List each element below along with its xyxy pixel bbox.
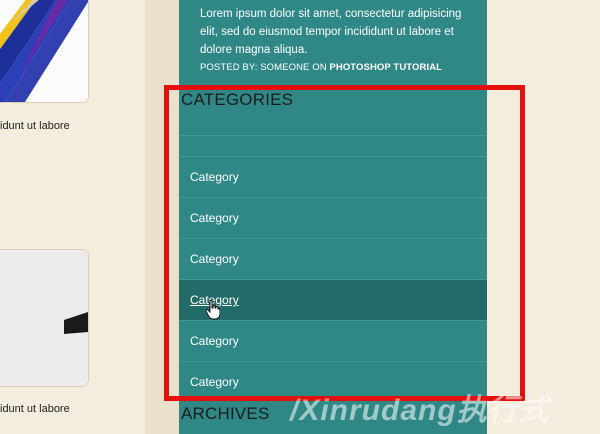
post-meta: POSTED BY: SOMEONE ON PHOTOSHOP TUTORIAL (200, 62, 442, 73)
post-thumbnail-pencils[interactable] (0, 0, 88, 102)
product-image (0, 250, 88, 386)
post-category-link[interactable]: PHOTOSHOP TUTORIAL (329, 62, 442, 73)
post-excerpt: idunt ut labore (0, 120, 70, 132)
post-thumbnail-product[interactable] (0, 250, 88, 386)
hand-cursor-icon (206, 300, 220, 320)
recent-post-excerpt: Lorem ipsum dolor sit amet, consectetur … (200, 8, 462, 56)
archives-heading: ARCHIVES (181, 404, 270, 423)
pencils-image (0, 0, 88, 102)
highlight-box (164, 85, 525, 401)
post-meta-author: POSTED BY: SOMEONE ON (200, 62, 330, 73)
post-excerpt: idunt ut labore (0, 403, 70, 415)
watermark: /Xinrudang执行式 (290, 394, 550, 427)
